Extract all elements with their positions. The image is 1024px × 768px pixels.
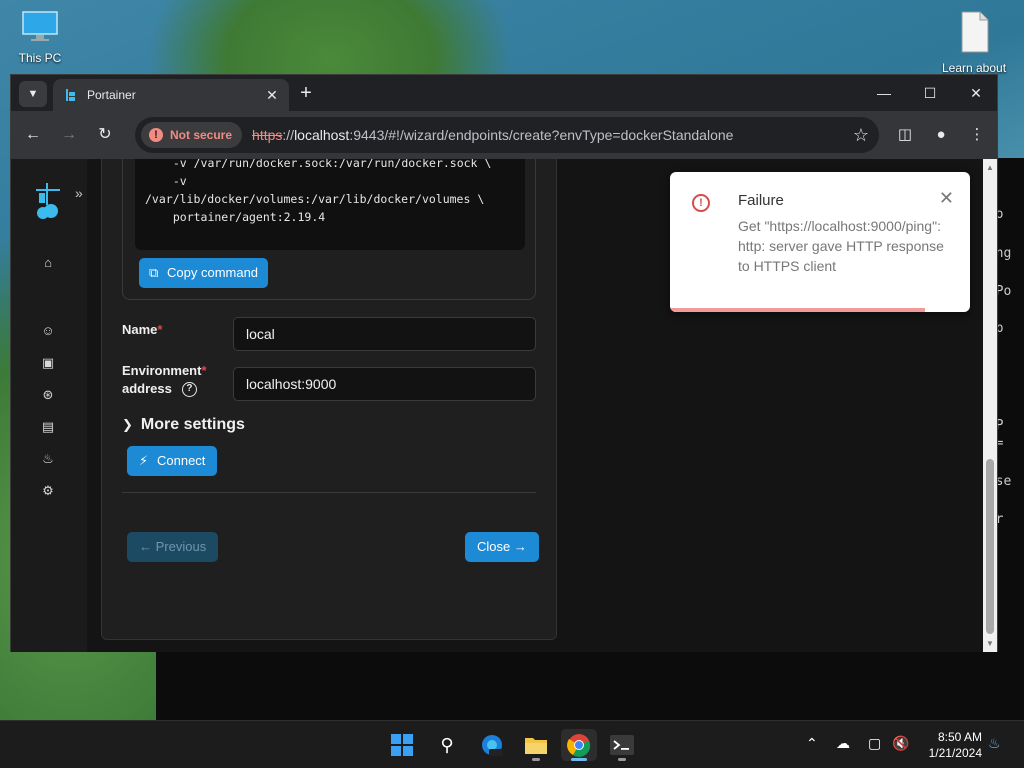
tab-search-button[interactable]: ▼ [19,81,47,107]
warning-icon: ! [149,128,163,142]
browser-toolbar: ← → ↻ ! Not secure https://localhost:944… [11,111,997,159]
name-label: Name* [122,322,163,337]
security-label: Not secure [170,128,233,142]
chrome-icon[interactable] [561,729,597,761]
reload-button[interactable]: ↻ [93,123,117,147]
taskbar: ⚲ ⌃ ☁ ▢ 🔇 8:50 AM 1/21/2024 ♨ [0,720,1024,768]
window-close-button[interactable]: ✕ [953,81,999,105]
active-indicator [571,758,587,761]
windows-logo-icon [391,734,413,756]
expand-sidebar-icon[interactable]: » [75,185,83,201]
menu-dots-icon[interactable]: ⋮ [965,123,989,147]
portainer-sidebar: » ⌂ ☺ ▣ ⊛ ▤ ♨ ⚙ [11,159,87,652]
environment-address-input[interactable]: localhost:9000 [233,367,536,401]
start-button[interactable] [384,729,420,761]
running-indicator [618,758,626,761]
network-icon[interactable]: ▢ [868,735,881,752]
toast-message: Get "https://localhost:9000/ping": http:… [738,218,944,274]
minimize-button[interactable]: — [861,81,907,105]
toast-progress-bar [670,308,925,312]
wizard-panel: -v /var/run/docker.sock:/var/run/docker.… [101,159,557,640]
close-icon[interactable]: ✕ [939,188,954,209]
command-code: -v /var/run/docker.sock:/var/run/docker.… [135,159,525,250]
chevron-down-icon: ▼ [27,88,39,100]
document-icon [961,11,989,53]
command-container: -v /var/run/docker.sock:/var/run/docker.… [122,159,536,300]
folder-icon [525,738,547,754]
edge-logo [482,735,503,756]
url-text: https://localhost:9443/#!/wizard/endpoin… [252,127,734,143]
failure-toast: ! Failure Get "https://localhost:9000/pi… [670,172,970,312]
environment-address-label: Environment* address? [122,363,207,397]
volume-muted-icon[interactable]: 🔇 [892,735,909,752]
previous-button[interactable]: ← Previous [127,532,219,562]
desktop-icon-learn-about[interactable]: Learn about [938,10,1010,75]
forward-button[interactable]: → [57,123,81,147]
address-bar[interactable]: ! Not secure https://localhost:9443/#!/w… [135,117,879,153]
name-input[interactable]: local [233,317,536,351]
tab-portainer[interactable]: Portainer ✕ [53,79,289,111]
profile-icon[interactable]: ● [929,123,953,147]
edge-preview-icon[interactable] [474,729,510,761]
chevron-right-icon: ❯ [122,417,133,432]
arrow-right-icon: → [513,539,527,554]
monitor-icon [22,11,58,41]
browser-window: ▼ Portainer ✕ + — ☐ ✕ ← → ↻ ! Not secure… [10,74,998,652]
search-icon[interactable]: ⚲ [429,729,465,761]
arrow-left-icon: ← [139,539,152,554]
home-icon[interactable]: ⌂ [39,254,57,272]
close-icon[interactable]: ✕ [263,86,281,104]
taskbar-clock[interactable]: 8:50 AM 1/21/2024 [918,729,982,761]
environments-icon[interactable]: ▣ [39,354,57,372]
terminal-icon[interactable] [604,729,640,761]
notification-bell-icon[interactable]: ♨ [988,735,1001,752]
gear-icon[interactable]: ⚙ [39,482,57,500]
cloud-offline-icon[interactable]: ☁ [836,735,850,752]
notes-icon[interactable]: ▤ [39,418,57,436]
side-panel-icon[interactable]: ◫ [893,123,917,147]
file-explorer-icon[interactable] [518,729,554,761]
show-hidden-icons-chevron-icon[interactable]: ⌃ [806,735,818,752]
terminal-logo [610,735,634,755]
page-scrollbar[interactable]: ▲ ▼ [983,159,997,652]
bell-icon[interactable]: ♨ [39,450,57,468]
broadcast-icon[interactable]: ⊛ [39,386,57,404]
plug-icon: ⚡ [139,453,149,468]
desktop-icon-label: This PC [18,51,62,65]
toast-title: Failure [738,192,784,209]
more-settings-toggle[interactable]: ❯ More settings [122,416,245,434]
tab-strip: ▼ Portainer ✕ + — ☐ ✕ [11,75,997,111]
security-chip[interactable]: ! Not secure [141,122,243,148]
page-viewport: » ⌂ ☺ ▣ ⊛ ▤ ♨ ⚙ -v /var/run/docker.sock:… [11,159,997,652]
portainer-favicon-icon [66,89,75,101]
maximize-button[interactable]: ☐ [907,81,953,105]
back-button[interactable]: ← [21,123,45,147]
desktop-icon-label: Learn about [941,61,1007,75]
scroll-thumb[interactable] [986,459,994,634]
desktop-icon-this-pc[interactable]: This PC [4,10,76,65]
scroll-up-icon[interactable]: ▲ [986,163,994,172]
scroll-down-icon[interactable]: ▼ [986,639,994,648]
copy-command-button[interactable]: ⧉ Copy command [139,258,269,288]
portainer-logo-icon[interactable] [33,183,63,223]
close-button[interactable]: Close → [465,532,539,562]
connect-button[interactable]: ⚡ Connect [127,446,218,476]
alert-circle-icon: ! [692,194,710,212]
divider [122,492,536,493]
tab-title: Portainer [87,88,136,102]
copy-icon: ⧉ [149,265,159,280]
bookmark-star-icon[interactable]: ☆ [853,125,869,146]
new-tab-button[interactable]: + [295,83,317,105]
chrome-logo [567,734,591,757]
running-indicator [532,758,540,761]
help-icon[interactable]: ? [181,381,197,397]
users-icon[interactable]: ☺ [39,322,57,340]
